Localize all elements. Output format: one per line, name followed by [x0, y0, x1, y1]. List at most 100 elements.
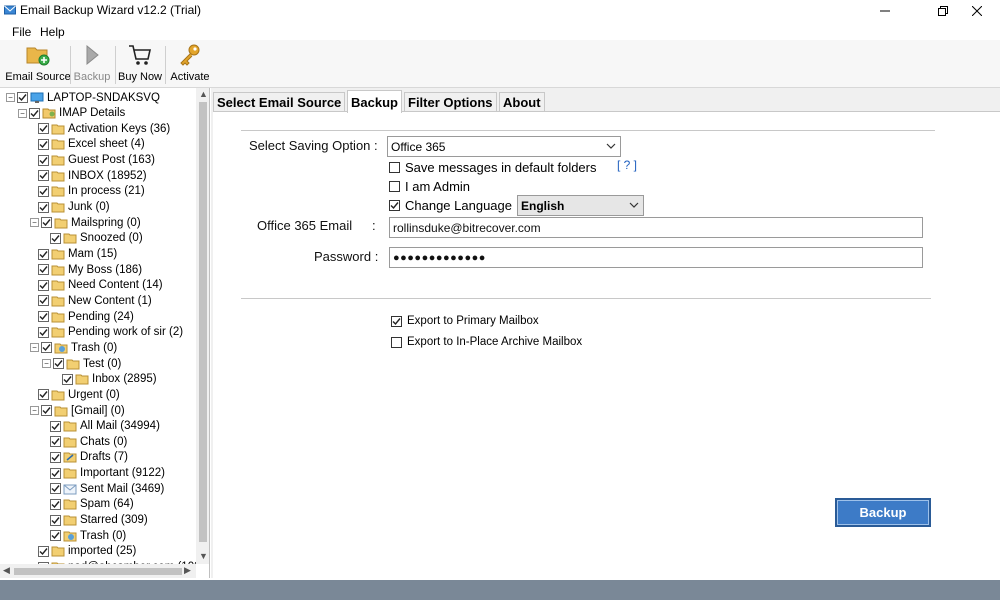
tree-item-checkbox[interactable] — [38, 185, 49, 197]
tree-item-checkbox[interactable] — [38, 389, 49, 401]
tab-select-email-source[interactable]: Select Email Source — [213, 92, 346, 112]
export-archive-checkbox-row[interactable]: Export to In-Place Archive Mailbox — [391, 336, 582, 348]
tree-item-checkbox[interactable] — [38, 154, 49, 166]
export-primary-checkbox[interactable] — [391, 315, 402, 327]
tree-item[interactable]: Excel sheet (4) — [38, 137, 145, 152]
tree-item-checkbox[interactable] — [50, 498, 61, 510]
default-folders-checkbox-row[interactable]: Save messages in default folders — [389, 160, 597, 175]
tree-item[interactable]: Spam (64) — [50, 497, 134, 512]
office365-email-input[interactable]: rollinsduke@bitrecover.com — [389, 217, 923, 238]
tree-item[interactable]: − [Gmail] (0) — [30, 403, 125, 418]
tree-item[interactable]: − IMAP Details — [18, 106, 125, 121]
tree-horizontal-scroll-thumb[interactable] — [14, 568, 182, 575]
tree-item[interactable]: − LAPTOP-SNDAKSVQ — [6, 90, 160, 105]
tree-item-checkbox[interactable] — [38, 545, 49, 557]
tree-item-checkbox[interactable] — [50, 420, 61, 432]
tree-item[interactable]: Activation Keys (36) — [38, 121, 170, 136]
tree-item-checkbox[interactable] — [50, 514, 61, 526]
tree-item-checkbox[interactable] — [17, 92, 28, 103]
tree-item-checkbox[interactable] — [41, 405, 52, 416]
tree-horizontal-scrollbar[interactable]: ◀ ▶ — [0, 564, 196, 578]
backup-button[interactable]: Backup — [835, 498, 931, 527]
tree-item[interactable]: Urgent (0) — [38, 387, 120, 402]
tree-item[interactable]: Drafts (7) — [50, 450, 128, 465]
change-language-checkbox-row[interactable]: Change Language — [389, 198, 512, 213]
minimize-button[interactable] — [862, 0, 908, 22]
tree-item-checkbox[interactable] — [38, 248, 49, 260]
tree-item-checkbox[interactable] — [50, 436, 61, 448]
tree-item[interactable]: Important (9122) — [50, 466, 165, 481]
tree-item[interactable]: New Content (1) — [38, 293, 152, 308]
tree-item[interactable]: imported (25) — [38, 544, 136, 559]
tree-item[interactable]: Pending (24) — [38, 309, 134, 324]
tree-item-checkbox[interactable] — [38, 326, 49, 338]
tree-item-checkbox[interactable] — [38, 170, 49, 182]
tree-item-checkbox[interactable] — [38, 279, 49, 291]
tree-item-checkbox[interactable] — [38, 264, 49, 276]
tab-backup[interactable]: Backup — [347, 90, 402, 113]
tab-about[interactable]: About — [499, 92, 545, 112]
tree-item[interactable]: Starred (309) — [50, 513, 148, 528]
tree-item-checkbox[interactable] — [38, 201, 49, 213]
tree-item[interactable]: − Trash (0) — [30, 340, 117, 355]
admin-checkbox[interactable] — [389, 181, 400, 192]
activate-button[interactable]: Activate — [168, 42, 212, 86]
tree-item[interactable]: Sent Mail (3469) — [50, 481, 164, 496]
tree-item[interactable]: − Test (0) — [42, 356, 121, 371]
tree-item-checkbox[interactable] — [41, 342, 52, 354]
tree-item[interactable]: In process (21) — [38, 184, 145, 199]
tree-item[interactable]: Need Content (14) — [38, 278, 163, 293]
tree-collapse-toggle[interactable]: − — [6, 93, 15, 102]
tree-item[interactable]: Chats (0) — [50, 434, 127, 449]
tree-item[interactable]: My Boss (186) — [38, 262, 142, 277]
tree-item[interactable]: All Mail (34994) — [50, 419, 160, 434]
tree-item[interactable]: Inbox (2895) — [62, 372, 157, 387]
tree-item-checkbox[interactable] — [41, 217, 52, 229]
email-source-button[interactable]: Email Source — [5, 42, 71, 86]
tree-collapse-toggle[interactable]: − — [30, 343, 39, 353]
toolbar-backup-button[interactable]: Backup — [72, 42, 112, 86]
language-select[interactable]: English — [517, 195, 644, 216]
tree-item-checkbox[interactable] — [38, 295, 49, 307]
tree-item-checkbox[interactable] — [50, 530, 61, 542]
tree-item-checkbox[interactable] — [53, 358, 64, 370]
tree-vertical-scroll-thumb[interactable] — [199, 102, 207, 542]
tree-item[interactable]: Pending work of sir (2) — [38, 325, 183, 340]
tree-item-checkbox[interactable] — [38, 123, 49, 135]
tree-item-checkbox[interactable] — [29, 107, 40, 119]
tree-item[interactable]: Guest Post (163) — [38, 153, 155, 168]
menu-file[interactable]: File — [12, 25, 31, 39]
scroll-left-icon[interactable]: ◀ — [3, 565, 10, 576]
scroll-down-icon[interactable]: ▼ — [199, 551, 208, 561]
password-input[interactable]: ●●●●●●●●●●●●● — [389, 247, 923, 268]
tree-collapse-toggle[interactable]: − — [18, 108, 27, 118]
tree-item-checkbox[interactable] — [38, 138, 49, 150]
tree-item-checkbox[interactable] — [50, 451, 61, 463]
tree-item[interactable]: Trash (0) — [50, 528, 126, 543]
buy-now-button[interactable]: Buy Now — [118, 42, 162, 86]
help-link[interactable]: [ ? ] — [617, 158, 637, 172]
tree-item-checkbox[interactable] — [62, 373, 73, 385]
tree-item[interactable]: − Mailspring (0) — [30, 215, 141, 230]
tree-item[interactable]: Mam (15) — [38, 247, 117, 262]
tree-item-checkbox[interactable] — [50, 467, 61, 479]
tree-item[interactable]: INBOX (18952) — [38, 168, 147, 183]
default-folders-checkbox[interactable] — [389, 162, 400, 173]
tree-collapse-toggle[interactable]: − — [30, 406, 39, 415]
export-archive-checkbox[interactable] — [391, 336, 402, 348]
menu-help[interactable]: Help — [40, 25, 65, 39]
export-primary-checkbox-row[interactable]: Export to Primary Mailbox — [391, 315, 539, 327]
scroll-up-icon[interactable]: ▲ — [199, 89, 208, 99]
scroll-right-icon[interactable]: ▶ — [184, 565, 191, 576]
close-button[interactable] — [954, 0, 1000, 22]
tree-item-checkbox[interactable] — [38, 311, 49, 323]
change-language-checkbox[interactable] — [389, 200, 400, 211]
tree-collapse-toggle[interactable]: − — [42, 359, 51, 369]
saving-option-select[interactable]: Office 365 — [387, 136, 621, 157]
tree-item-checkbox[interactable] — [50, 232, 61, 244]
tree-item-checkbox[interactable] — [50, 483, 61, 495]
tree-item[interactable]: Junk (0) — [38, 200, 110, 215]
tree-vertical-scrollbar[interactable]: ▲ ▼ — [196, 88, 209, 564]
tree-item[interactable]: Snoozed (0) — [50, 231, 143, 246]
tab-filter-options[interactable]: Filter Options — [404, 92, 497, 112]
